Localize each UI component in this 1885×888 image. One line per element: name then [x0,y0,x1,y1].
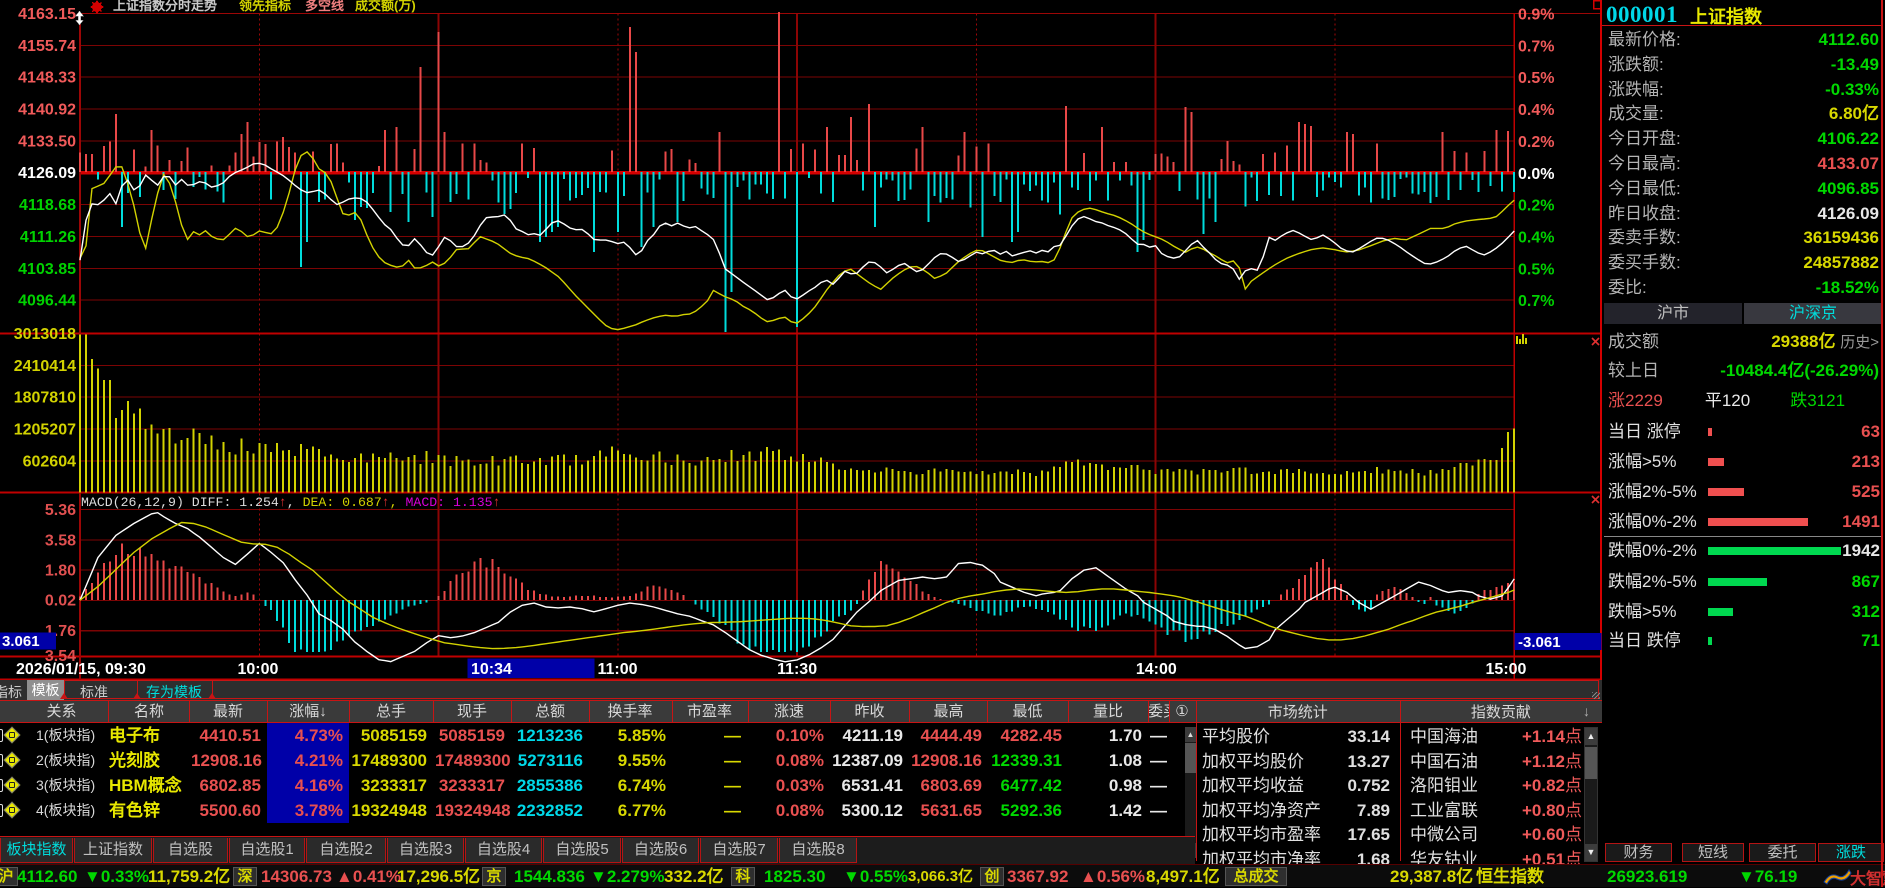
svg-text:4133.50: 4133.50 [18,133,76,150]
svg-text:3.58: 3.58 [45,532,76,549]
svg-text:4103.85: 4103.85 [18,261,76,278]
svg-text:3.061: 3.061 [2,633,40,650]
svg-text:4148.33: 4148.33 [18,70,76,87]
svg-text:成交额(万): 成交额(万) [355,0,416,13]
svg-text:4126.09: 4126.09 [18,165,76,182]
svg-text:0.9%: 0.9% [1518,7,1554,24]
svg-text:0.7%: 0.7% [1518,293,1554,310]
svg-text:2026/01/15, 09:30: 2026/01/15, 09:30 [16,661,146,678]
svg-text:0.5%: 0.5% [1518,261,1554,278]
svg-text:4140.92: 4140.92 [18,102,76,119]
svg-text:1807810: 1807810 [14,390,76,407]
svg-text:上证指数分时走势: 上证指数分时走势 [113,0,217,13]
svg-text:0.5%: 0.5% [1518,70,1554,87]
svg-text:0.02: 0.02 [45,593,76,610]
svg-text:领先指标: 领先指标 [239,0,291,13]
svg-text:5.36: 5.36 [45,502,76,519]
svg-text:4155.74: 4155.74 [18,38,76,55]
svg-text:0.2%: 0.2% [1518,198,1554,215]
svg-text:14:00: 14:00 [1136,661,1177,678]
svg-text:MACD(26,12,9) DIFF: 1.254↑, DE: MACD(26,12,9) DIFF: 1.254↑, DEA: 0.687↑,… [81,495,500,510]
svg-text:4118.68: 4118.68 [19,197,76,214]
svg-text:0.7%: 0.7% [1518,38,1554,55]
svg-text:1.80: 1.80 [45,563,76,580]
svg-text:15:00: 15:00 [1486,661,1527,678]
svg-text:11:00: 11:00 [597,661,637,678]
svg-text:0.4%: 0.4% [1518,230,1554,247]
svg-text:0.0%: 0.0% [1518,166,1554,183]
svg-text:0.4%: 0.4% [1518,102,1554,119]
svg-text:602604: 602604 [23,453,76,470]
svg-text:4096.44: 4096.44 [18,293,76,310]
svg-text:1205207: 1205207 [14,422,76,439]
svg-text:11:30: 11:30 [777,661,817,678]
svg-text:0.2%: 0.2% [1518,134,1554,151]
svg-text:3013018: 3013018 [14,326,76,343]
svg-text:10:00: 10:00 [237,661,278,678]
svg-text:10:34: 10:34 [471,661,512,678]
svg-text:2410414: 2410414 [14,358,76,375]
svg-text:-3.061: -3.061 [1518,634,1561,651]
svg-text:4163.15: 4163.15 [18,6,76,23]
svg-text:多空线: 多空线 [305,0,344,13]
svg-text:4111.26: 4111.26 [20,229,76,246]
